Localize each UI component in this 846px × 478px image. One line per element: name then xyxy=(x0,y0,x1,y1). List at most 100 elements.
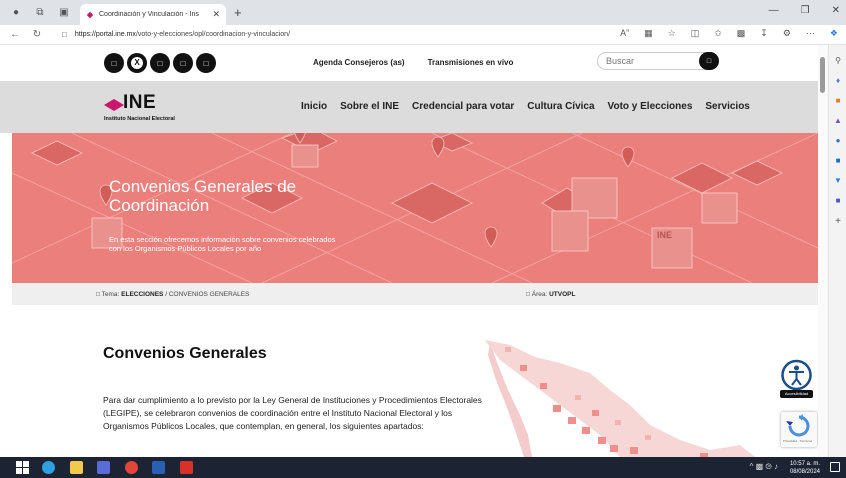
extensions-icon[interactable]: ⚙ xyxy=(783,28,791,39)
content-title: Convenios Generales xyxy=(103,345,267,362)
address-bar-row: ← ↻ □ https://portal.ine.mx/voto-y-elecc… xyxy=(0,25,846,45)
drop-icon[interactable]: ▼ xyxy=(829,176,846,185)
top-strip: □ X □ □ □ Agenda Consejeros (as) Transmi… xyxy=(0,45,818,81)
back-icon[interactable]: ← xyxy=(8,29,22,40)
breadcrumb-current: CONVENIOS GENERALES xyxy=(168,291,250,298)
area-value: UTVOPL xyxy=(549,291,576,298)
scroll-thumb[interactable] xyxy=(820,57,825,93)
recaptcha-badge[interactable]: Privacidad - Términos xyxy=(781,412,817,447)
more-menu-icon[interactable]: ⋯ xyxy=(806,28,815,39)
edge-sidebar: ⚲ ♦ ■ ▲ ● ■ ▼ ■ + xyxy=(828,45,846,457)
facebook-icon[interactable]: □ xyxy=(104,53,124,73)
outlook-icon[interactable]: ■ xyxy=(829,156,846,165)
app-available-icon[interactable]: ▦ xyxy=(644,28,653,39)
chrome-taskbar-icon[interactable] xyxy=(125,461,138,474)
taskbar-clock[interactable]: 10:57 a. m. 08/08/2024 xyxy=(790,460,820,476)
tab-actions-icon[interactable]: ▣ xyxy=(56,5,72,21)
hero-title: Convenios Generales de Coordinación xyxy=(109,177,297,215)
agenda-link[interactable]: Agenda Consejeros (as) xyxy=(313,58,405,67)
add-sidebar-icon[interactable]: + xyxy=(829,216,846,227)
workspaces-icon[interactable]: ⧉ xyxy=(32,5,48,21)
games-icon[interactable]: ▲ xyxy=(829,116,846,125)
top-links: Agenda Consejeros (as) Transmisiones en … xyxy=(313,58,513,67)
close-window-icon[interactable]: ✕ xyxy=(832,5,840,16)
copilot-icon[interactable]: ❖ xyxy=(830,28,838,39)
logo-subtitle: Instituto Nacional Electoral xyxy=(104,116,175,122)
breadcrumb: □ Tema: ELECCIONES / CONVENIOS GENERALES… xyxy=(12,283,818,305)
search-button[interactable]: □ xyxy=(699,52,719,70)
tiktok-icon[interactable]: □ xyxy=(196,53,216,73)
file-explorer-icon[interactable] xyxy=(70,461,83,474)
recaptcha-icon xyxy=(786,414,810,437)
minimize-icon[interactable]: — xyxy=(769,5,779,16)
windows-taskbar: ^ ▩ ⧁ ♪ 10:57 a. m. 08/08/2024 xyxy=(0,457,846,478)
accessibility-widget[interactable]: Accesibilidad xyxy=(780,359,813,399)
breadcrumb-tema: □ Tema: ELECCIONES / CONVENIOS GENERALES xyxy=(96,291,249,298)
tab-title: Coordinación y Vinculación - Ins xyxy=(99,11,199,18)
browser-tab-bar: ● ⧉ ▣ Coordinación y Vinculación - Ins ✕… xyxy=(0,0,846,25)
web-page: □ X □ □ □ Agenda Consejeros (as) Transmi… xyxy=(0,45,818,457)
refresh-icon[interactable]: ↻ xyxy=(30,29,44,40)
menu-voto-elecciones[interactable]: Voto y Elecciones xyxy=(608,101,693,112)
restore-icon[interactable]: ❐ xyxy=(801,5,810,16)
breadcrumb-elecciones-link[interactable]: ELECCIONES xyxy=(121,291,163,298)
search-input[interactable] xyxy=(606,53,696,69)
system-tray[interactable]: ^ ▩ ⧁ ♪ xyxy=(750,462,778,472)
accessibility-label: Accesibilidad xyxy=(780,390,813,398)
ine-favicon-icon xyxy=(86,11,94,18)
close-tab-icon[interactable]: ✕ xyxy=(212,9,220,20)
recaptcha-text: Privacidad - Términos xyxy=(783,439,813,443)
main-menu: Inicio Sobre el INE Credencial para vota… xyxy=(301,101,750,112)
accessibility-icon xyxy=(781,359,812,391)
menu-sobre-el-ine[interactable]: Sobre el INE xyxy=(340,101,399,112)
search-box: □ xyxy=(597,52,719,70)
windows-start-icon[interactable] xyxy=(16,461,29,474)
new-tab-button[interactable]: + xyxy=(234,5,242,20)
url-domain: https://portal.ine.mx xyxy=(74,31,136,38)
clock-date: 08/08/2024 xyxy=(789,469,820,475)
read-aloud-icon[interactable]: A” xyxy=(620,28,629,39)
clock-time: 10:57 a. m. xyxy=(789,461,820,467)
window-controls: — ❐ ✕ xyxy=(769,5,840,16)
browser-tab-active[interactable]: Coordinación y Vinculación - Ins ✕ xyxy=(80,4,226,25)
collections-icon[interactable]: ▩ xyxy=(737,28,746,39)
youtube-icon[interactable]: □ xyxy=(173,53,193,73)
menu-inicio[interactable]: Inicio xyxy=(301,101,327,112)
teams-taskbar-icon[interactable] xyxy=(97,461,110,474)
main-navigation: INE Instituto Nacional Electoral Inicio … xyxy=(0,81,818,133)
page-scrollbar[interactable] xyxy=(818,45,827,457)
menu-cultura-civica[interactable]: Cultura Cívica xyxy=(527,101,594,112)
profile-icon[interactable]: ● xyxy=(8,5,24,21)
split-screen-icon[interactable]: ◫ xyxy=(691,28,700,39)
shopping-icon[interactable]: ♦ xyxy=(829,76,846,85)
teams-icon[interactable]: ■ xyxy=(829,196,846,205)
acrobat-taskbar-icon[interactable] xyxy=(180,461,193,474)
downloads-icon[interactable]: ↧ xyxy=(760,28,768,39)
tema-label: Tema: xyxy=(101,291,120,298)
logo-name: INE xyxy=(123,92,157,113)
area-label: Área: xyxy=(531,291,548,298)
hero-banner: INE Convenios Generales de Coordinación … xyxy=(12,133,818,283)
x-twitter-icon[interactable]: X xyxy=(127,53,147,73)
ine-diamond-icon xyxy=(104,99,124,111)
instagram-icon[interactable]: □ xyxy=(150,53,170,73)
address-input[interactable]: □ https://portal.ine.mx/voto-y-eleccione… xyxy=(62,27,682,42)
transmisiones-link[interactable]: Transmisiones en vivo xyxy=(428,58,514,67)
menu-credencial[interactable]: Credencial para votar xyxy=(412,101,514,112)
hero-description: En esta sección ofrecemos información so… xyxy=(109,235,336,253)
url-path: /voto-y-elecciones/opl/coordinacion-y-vi… xyxy=(135,31,291,38)
lock-icon[interactable]: □ xyxy=(62,30,67,39)
social-links: □ X □ □ □ xyxy=(104,53,216,73)
search-sidebar-icon[interactable]: ⚲ xyxy=(829,56,846,65)
svg-text:INE: INE xyxy=(657,230,672,240)
favorite-star-icon[interactable]: ☆ xyxy=(668,28,676,39)
notifications-icon[interactable] xyxy=(830,462,840,472)
menu-servicios[interactable]: Servicios xyxy=(705,101,749,112)
word-taskbar-icon[interactable] xyxy=(152,461,165,474)
tools-icon[interactable]: ■ xyxy=(829,96,846,105)
favorites-icon[interactable]: ✩ xyxy=(714,28,722,39)
breadcrumb-area: □ Área: UTVOPL xyxy=(526,291,575,298)
mexico-map-illustration xyxy=(485,340,755,457)
edge-taskbar-icon[interactable] xyxy=(42,461,55,474)
microsoft-365-icon[interactable]: ● xyxy=(829,136,846,145)
